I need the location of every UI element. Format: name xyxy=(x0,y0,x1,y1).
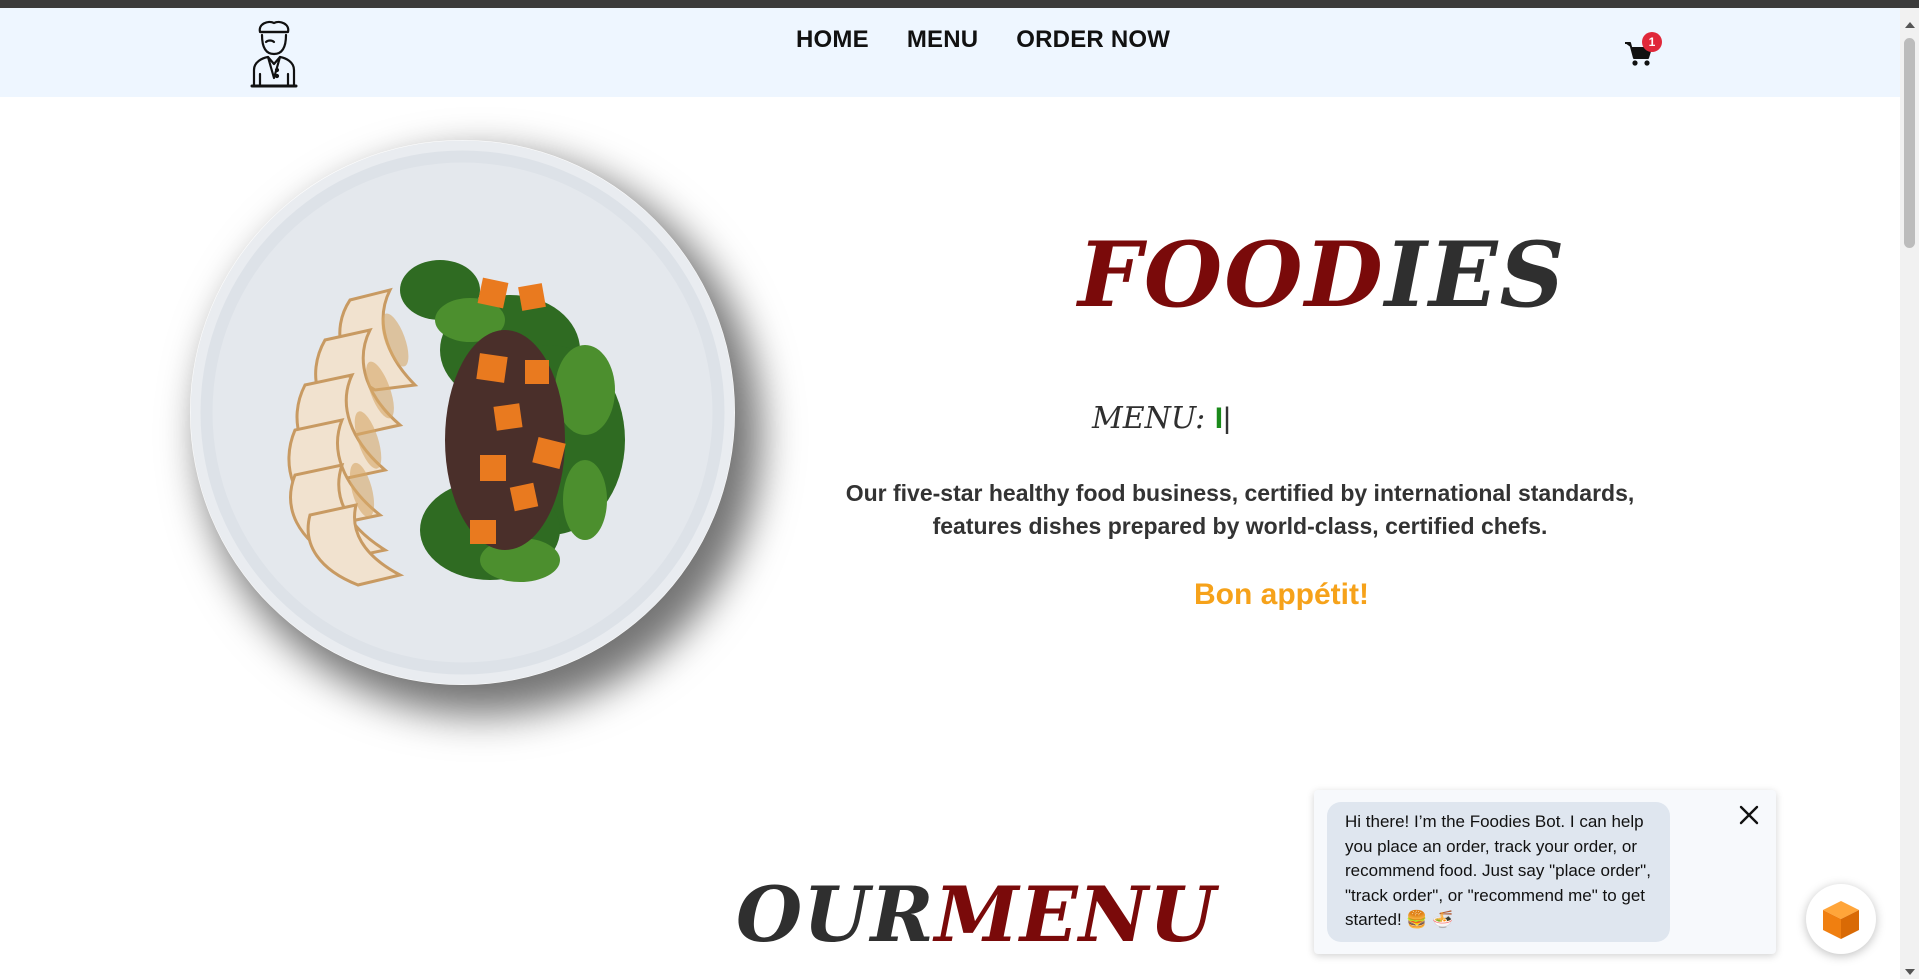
chef-logo-icon[interactable] xyxy=(246,18,302,88)
cart-count-badge: 1 xyxy=(1642,32,1662,52)
close-icon[interactable] xyxy=(1738,804,1760,826)
hero-salad-plate-image xyxy=(190,140,735,685)
chatbot-popup: Hi there! I’m the Foodies Bot. I can hel… xyxy=(1314,790,1776,954)
our-menu-title: OURMENU xyxy=(736,860,1216,970)
menu-label: MENU: xyxy=(1092,401,1206,436)
hero-description: Our five-star healthy food business, cer… xyxy=(812,477,1668,543)
hero-tagline: Bon appétit! xyxy=(1194,578,1369,611)
brand-title-part2: IES xyxy=(1384,222,1567,328)
nav-link-home[interactable]: HOME xyxy=(796,26,869,58)
scroll-up-arrow-icon[interactable] xyxy=(1905,22,1915,28)
brand-title-part1: FOOD xyxy=(1078,222,1385,328)
typing-cursor: | xyxy=(1223,402,1231,435)
brand-title: FOODIES xyxy=(1078,220,1564,330)
scroll-down-arrow-icon[interactable] xyxy=(1905,969,1915,975)
typed-text: I xyxy=(1214,402,1224,435)
hero-description-text: Our five-star healthy food business, cer… xyxy=(845,480,1635,539)
nav-link-order-now[interactable]: ORDER NOW xyxy=(1016,26,1170,58)
scroll-thumb[interactable] xyxy=(1904,38,1915,248)
chatbot-launcher-button[interactable] xyxy=(1806,884,1876,954)
nav-link-menu[interactable]: MENU xyxy=(907,26,978,58)
our-menu-title-part1: OUR xyxy=(736,870,935,959)
typed-menu-line: MENU: I| xyxy=(1092,398,1231,440)
browser-top-strip xyxy=(0,0,1919,8)
chatbot-message: Hi there! I’m the Foodies Bot. I can hel… xyxy=(1327,802,1670,942)
main-nav: HOME MENU ORDER NOW xyxy=(796,26,1170,58)
cube-icon xyxy=(1823,901,1859,939)
page-scrollbar[interactable] xyxy=(1900,8,1919,979)
our-menu-title-part2: MENU xyxy=(934,870,1217,959)
